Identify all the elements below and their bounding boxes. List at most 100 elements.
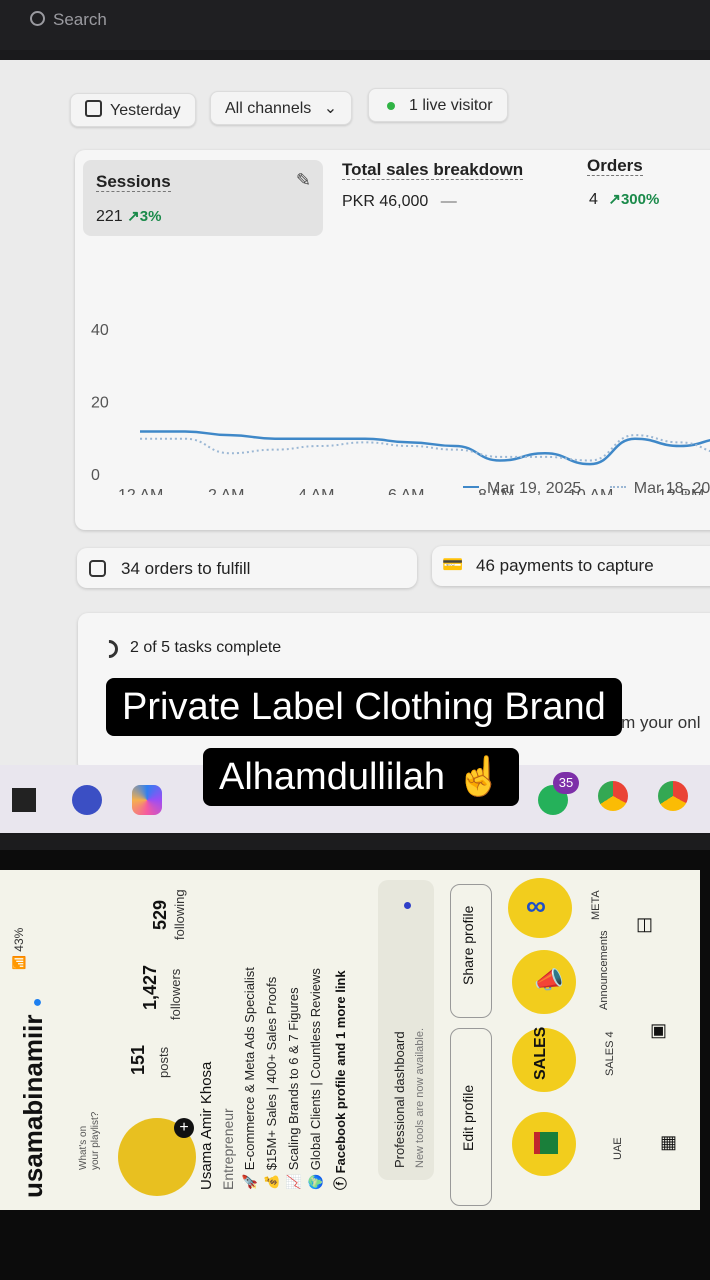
channel-filter-label: All channels [225, 100, 312, 117]
chrome-profile-icon[interactable] [658, 781, 688, 811]
capture-payments-button[interactable]: 💳 46 payments to capture [432, 546, 710, 586]
highlight-meta[interactable]: ∞ [508, 878, 572, 938]
inbox-icon [89, 560, 106, 577]
new-dot-icon [404, 902, 411, 909]
orders-label[interactable]: Orders [587, 156, 643, 176]
followers-count[interactable]: 1,427 [140, 965, 161, 1010]
search-bar[interactable]: Search [30, 10, 107, 30]
note-bubble[interactable]: What's on your playlist? [78, 1106, 102, 1170]
highlight-label: Announcements [598, 930, 610, 1011]
search-icon [30, 11, 45, 26]
chevron-down-icon: ⌄ [323, 100, 338, 117]
orders-value-row: 4 ↗300% [589, 190, 659, 209]
following-label: following [172, 889, 187, 940]
y-tick-label: 40 [91, 322, 109, 339]
reels-icon[interactable]: ▣ [650, 1020, 667, 1041]
window-icon[interactable] [12, 788, 36, 812]
profile-links[interactable]: ⓕ Facebook profile and 1 more link [330, 970, 349, 1190]
grid-icon[interactable]: ▦ [660, 1132, 677, 1153]
share-profile-label: Share profile [460, 905, 476, 985]
flag-icon [534, 1132, 558, 1154]
live-dot-icon [387, 102, 395, 110]
profile-category: Entrepreneur [220, 1108, 236, 1190]
username: usamabinamiir [18, 1014, 48, 1198]
chrome-icon[interactable] [598, 781, 628, 811]
verified-icon: ● [29, 997, 46, 1008]
edit-icon[interactable]: ✎ [296, 170, 311, 191]
y-tick-label: 20 [91, 395, 109, 412]
professional-dashboard[interactable]: Professional dashboard New tools are now… [378, 880, 434, 1180]
notification-badge: 35 [553, 772, 579, 794]
metrics-card: Sessions ✎ 221 ↗3% Total sales breakdown… [75, 150, 710, 530]
orders-value: 4 [589, 191, 598, 208]
bio-line: 💰 $15M+ Sales | 400+ Sales Proofs [264, 976, 279, 1190]
signal-icon: 📶 [12, 951, 26, 970]
dashboard-title: Professional dashboard [392, 1031, 407, 1168]
highlight-sales[interactable]: SALES [512, 1026, 576, 1092]
live-visitor-label: 1 live visitor [409, 97, 493, 114]
calendar-icon [85, 100, 102, 117]
edit-profile-button[interactable]: Edit profile [450, 1028, 492, 1206]
posts-count[interactable]: 151 [128, 1045, 149, 1075]
orders-change: 300% [620, 191, 660, 208]
x-tick-label: 4 AM [298, 487, 334, 495]
legend-line-solid [463, 486, 479, 488]
profile-name: Usama Amir Khosa [198, 1061, 215, 1190]
x-tick-label: 6 AM [388, 487, 424, 495]
sessions-label: Sessions [96, 172, 171, 192]
highlight-announcements[interactable]: 📣 [512, 950, 576, 1014]
sessions-change: 3% [139, 208, 162, 225]
legend-current: Mar 19, 2025 [487, 480, 582, 497]
share-profile-button[interactable]: Share profile [450, 884, 492, 1018]
x-tick-label: 12 AM [118, 487, 163, 495]
dashboard-subtitle: New tools are now available. [414, 1027, 426, 1168]
payment-icon: 💳 [442, 555, 464, 574]
fulfill-label: 34 orders to fulfill [121, 559, 251, 578]
following-count[interactable]: 529 [150, 900, 171, 930]
top-bar: Search [0, 0, 710, 50]
sessions-value-row: 221 ↗3% [96, 207, 161, 226]
highlight-label: META [590, 890, 602, 920]
sales-badge-text: SALES [532, 1026, 549, 1080]
status-bar: 📶 43% [12, 928, 26, 970]
meet-app-icon[interactable] [72, 785, 102, 815]
tasks-progress-label: 2 of 5 tasks complete [130, 639, 282, 656]
legend-line-dotted [609, 486, 626, 488]
bio-line: 📈 Scaling Brands to 6 & 7 Figures [286, 987, 301, 1190]
live-visitor-badge[interactable]: 1 live visitor [368, 88, 508, 122]
date-filter-button[interactable]: Yesterday [70, 93, 196, 127]
trend-up-icon: ↗ [608, 191, 621, 208]
y-tick-label: 0 [91, 467, 100, 484]
edit-profile-label: Edit profile [460, 1084, 476, 1151]
megaphone-icon: 📣 [534, 967, 564, 994]
sales-value: PKR 46,000 [342, 193, 429, 210]
sessions-value: 221 [96, 208, 123, 225]
series-line-current [140, 430, 710, 466]
sales-change: — [440, 193, 457, 210]
search-placeholder: Search [53, 10, 107, 29]
analytics-screen: Yesterday All channels ⌄ 1 live visitor … [0, 60, 710, 773]
caption-line-2: Alhamdullilah ☝️ [203, 748, 519, 806]
highlight-uae[interactable] [512, 1112, 576, 1176]
add-story-icon[interactable]: + [174, 1118, 194, 1138]
sessions-tile[interactable]: Sessions ✎ 221 ↗3% [83, 160, 323, 236]
fulfill-orders-button[interactable]: 34 orders to fulfill [77, 548, 417, 588]
progress-ring-icon [96, 636, 122, 662]
chart-legend: Mar 19, 2025 Mar 18, 20 [463, 480, 710, 498]
highlight-label: SALES 4 [604, 1031, 616, 1076]
instagram-profile-screen: 📶 43% usamabinamiir ● + What's on your p… [0, 870, 700, 1210]
highlight-label: UAE [612, 1137, 624, 1160]
bio-line: 🚀 E-commerce & Meta Ads Specialist [242, 967, 257, 1190]
legend-previous: Mar 18, 20 [633, 480, 710, 497]
sales-label[interactable]: Total sales breakdown [342, 160, 524, 180]
series-line-previous [140, 434, 710, 462]
channel-filter-button[interactable]: All channels ⌄ [210, 91, 353, 125]
sales-value-row: PKR 46,000 — [342, 193, 457, 211]
tagged-icon[interactable]: ◫ [636, 914, 653, 935]
payments-label: 46 payments to capture [476, 556, 654, 575]
copilot-icon[interactable] [132, 785, 162, 815]
sessions-line-chart: 4020012 AM2 AM4 AM6 AM8 AM10 AM12 PM [91, 322, 710, 495]
username-row[interactable]: usamabinamiir ● [18, 998, 49, 1198]
battery-level: 43% [12, 927, 26, 952]
posts-label: posts [156, 1046, 171, 1078]
